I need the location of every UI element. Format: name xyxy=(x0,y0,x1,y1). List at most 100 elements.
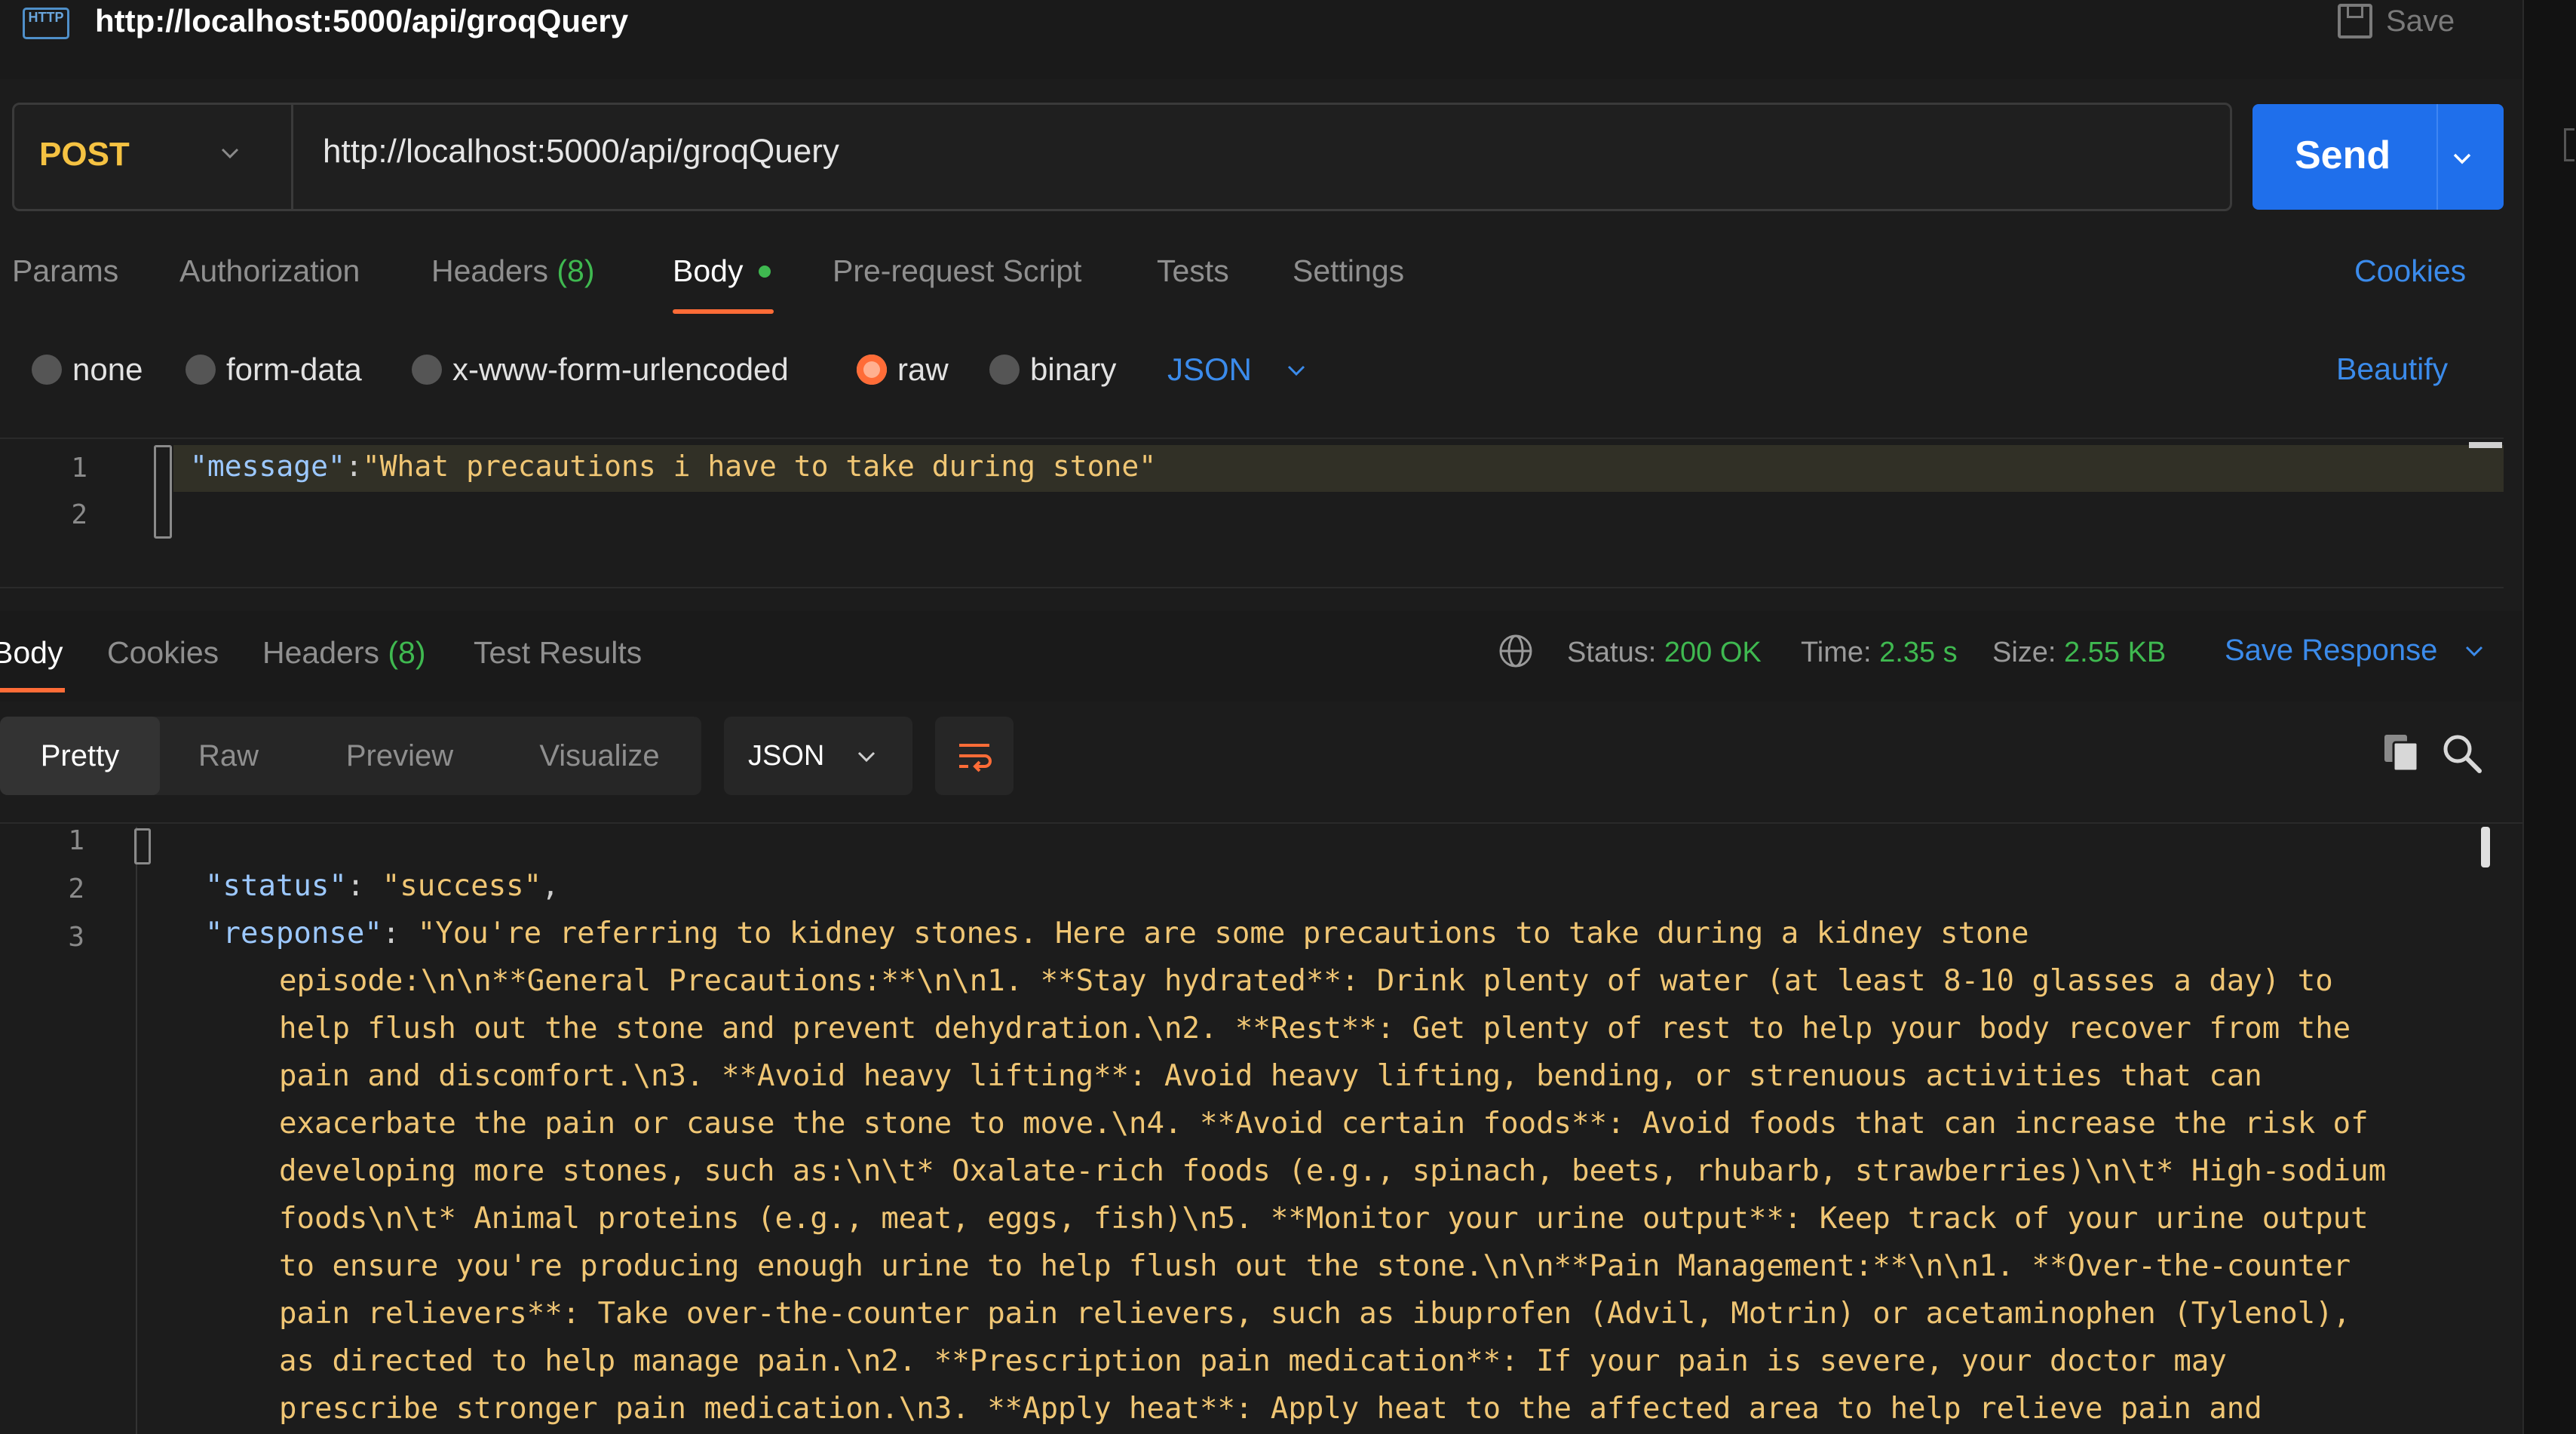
json-string: "You're referring to kidney stones. Here… xyxy=(417,917,2029,950)
save-button[interactable]: Save xyxy=(2338,0,2455,42)
json-key: "response" xyxy=(205,917,382,950)
resp-tab-body[interactable]: Body xyxy=(0,635,63,671)
save-label: Save xyxy=(2386,4,2455,38)
response-text-line: developing more stones, such as:\n\t* Ox… xyxy=(279,1154,2387,1188)
radio-urlencoded-dot xyxy=(412,355,442,385)
view-preview[interactable]: Preview xyxy=(317,717,483,795)
search-icon[interactable] xyxy=(2440,732,2482,774)
radio-form-data-dot xyxy=(186,355,216,385)
line-number: 3 xyxy=(68,922,84,953)
chevron-down-icon[interactable] xyxy=(1285,359,1308,382)
json-key: "status" xyxy=(205,869,347,903)
resp-tab-test-results[interactable]: Test Results xyxy=(474,635,642,671)
active-tab-underline xyxy=(0,688,65,692)
copy-icon[interactable] xyxy=(2381,732,2421,774)
size-value: 2.55 KB xyxy=(2064,637,2167,668)
chevron-down-icon xyxy=(857,751,876,763)
body-format-select[interactable]: JSON xyxy=(1167,352,1252,388)
view-raw[interactable]: Raw xyxy=(172,717,285,795)
radio-urlencoded-label: x-www-form-urlencoded xyxy=(452,352,789,387)
json-colon: : xyxy=(345,450,363,483)
response-format-select[interactable]: JSON xyxy=(724,717,912,795)
json-string: "What precautions i have to take during … xyxy=(362,450,1157,483)
tab-headers-label: Headers xyxy=(431,253,548,288)
fold-marker-icon[interactable] xyxy=(154,445,172,539)
body-indicator-dot xyxy=(759,266,771,278)
response-text-line: pain and discomfort.\n3. **Avoid heavy l… xyxy=(279,1059,2262,1093)
send-divider xyxy=(2436,104,2438,210)
radio-raw-dot xyxy=(857,355,887,385)
radio-raw[interactable]: raw xyxy=(857,352,949,388)
response-text-line: help flush out the stone and prevent deh… xyxy=(279,1012,2351,1046)
radio-form-data[interactable]: form-data xyxy=(186,352,362,388)
radio-none[interactable]: none xyxy=(32,352,143,388)
radio-none-dot xyxy=(32,355,62,385)
time-value: 2.35 s xyxy=(1879,637,1958,668)
status-label: Status: xyxy=(1567,637,1657,668)
view-visualize[interactable]: Visualize xyxy=(513,717,686,795)
response-scrollbar[interactable] xyxy=(2481,827,2490,867)
url-input[interactable] xyxy=(323,133,2193,170)
chevron-down-icon xyxy=(221,148,239,159)
beautify-link[interactable]: Beautify xyxy=(2336,352,2448,387)
chevron-down-icon[interactable] xyxy=(2463,640,2486,662)
radio-form-data-label: form-data xyxy=(226,352,362,387)
line-number: 2 xyxy=(71,499,87,530)
radio-none-label: none xyxy=(72,352,143,387)
radio-binary-label: binary xyxy=(1030,352,1117,387)
save-response-button[interactable]: Save Response xyxy=(2225,634,2437,668)
tab-body[interactable]: Body xyxy=(673,253,743,289)
response-text-line: prescribe stronger pain medication.\n3. … xyxy=(279,1392,2262,1426)
radio-urlencoded[interactable]: x-www-form-urlencoded xyxy=(412,352,789,388)
tab-pre-request-script[interactable]: Pre-request Script xyxy=(833,253,1081,289)
response-text-line: to ensure you're producing enough urine … xyxy=(279,1249,2351,1283)
response-text-line: exacerbate the pain or cause the stone t… xyxy=(279,1107,2369,1141)
chevron-down-icon[interactable] xyxy=(2450,146,2474,170)
http-icon: HTTP xyxy=(23,8,69,39)
size-label: Size: xyxy=(1992,637,2056,668)
cookies-link[interactable]: Cookies xyxy=(2354,253,2466,289)
line-number: 1 xyxy=(71,453,87,484)
resp-tab-cookies[interactable]: Cookies xyxy=(107,635,219,671)
view-pretty[interactable]: Pretty xyxy=(0,717,160,795)
line-number: 2 xyxy=(68,874,84,904)
line-number: 1 xyxy=(68,825,84,856)
save-icon xyxy=(2338,4,2372,38)
response-line-status: "status": "success", xyxy=(205,869,560,903)
tab-params[interactable]: Params xyxy=(12,253,118,289)
json-key: "message" xyxy=(190,450,345,483)
wrap-lines-icon xyxy=(959,744,992,772)
active-tab-underline xyxy=(673,309,774,314)
radio-binary-dot xyxy=(989,355,1020,385)
response-text-line: as directed to help manage pain.\n2. **P… xyxy=(279,1344,2227,1378)
resp-headers-count: (8) xyxy=(388,635,426,670)
status-readout: Status: 200 OK xyxy=(1567,637,1762,669)
request-body-line: "message":"What precautions i have to ta… xyxy=(190,450,1156,483)
tab-headers[interactable]: Headers (8) xyxy=(431,253,595,289)
tab-authorization[interactable]: Authorization xyxy=(179,253,360,289)
headers-count: (8) xyxy=(557,253,595,288)
tab-tests[interactable]: Tests xyxy=(1157,253,1229,289)
method-label: POST xyxy=(39,136,130,173)
radio-binary[interactable]: binary xyxy=(989,352,1116,388)
sidebar-toggle-icon[interactable] xyxy=(2564,128,2574,161)
send-button[interactable]: Send xyxy=(2252,104,2504,210)
resp-tab-headers-label: Headers xyxy=(262,635,379,670)
tab-settings[interactable]: Settings xyxy=(1293,253,1404,289)
time-label: Time: xyxy=(1801,637,1872,668)
status-value: 200 OK xyxy=(1664,637,1762,668)
right-sidebar xyxy=(2522,0,2576,1434)
request-title[interactable]: http://localhost:5000/api/groqQuery xyxy=(95,0,628,42)
resp-tab-headers[interactable]: Headers (8) xyxy=(262,635,426,671)
response-text-line: episode:\n\n**General Precautions:**\n\n… xyxy=(279,964,2333,998)
size-readout: Size: 2.55 KB xyxy=(1992,637,2166,669)
indent-guide xyxy=(136,827,137,1434)
send-label: Send xyxy=(2295,134,2391,177)
globe-icon[interactable] xyxy=(1497,632,1535,670)
editor-scrollbar[interactable] xyxy=(2469,442,2502,448)
response-text-line: pain relievers**: Take over-the-counter … xyxy=(279,1297,2351,1331)
fold-marker-icon[interactable] xyxy=(134,828,151,864)
response-line-response: "response": "You're referring to kidney … xyxy=(205,917,2029,950)
json-string: "success" xyxy=(382,869,542,903)
radio-raw-label: raw xyxy=(897,352,949,387)
